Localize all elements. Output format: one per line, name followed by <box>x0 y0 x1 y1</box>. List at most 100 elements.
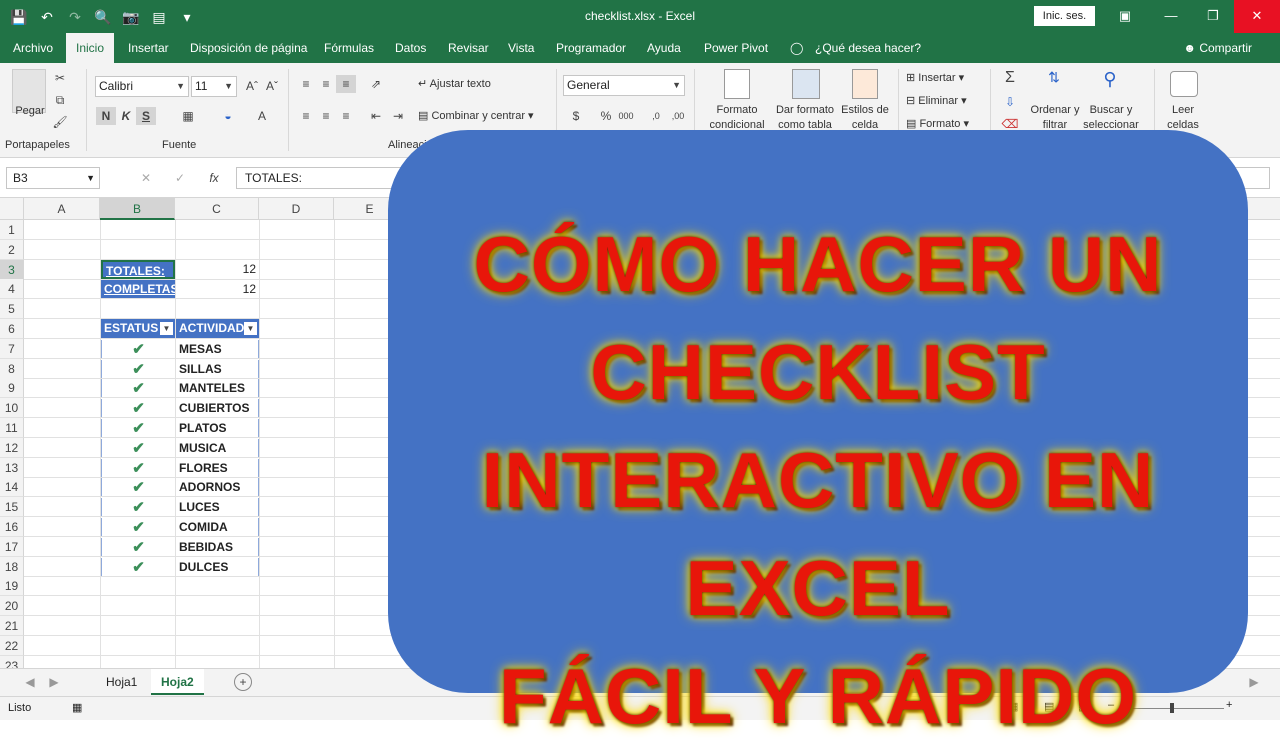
row-header[interactable]: 14 <box>0 477 24 498</box>
check-icon[interactable]: ✔ <box>101 518 175 537</box>
align-left-icon[interactable]: ≡ <box>296 107 316 125</box>
row-header[interactable]: 6 <box>0 319 24 339</box>
row-header[interactable]: 20 <box>0 596 24 617</box>
tab-revisar[interactable]: Revisar <box>448 33 489 63</box>
enter-icon[interactable]: ✓ <box>170 169 190 187</box>
format-as-table-button[interactable]: Dar formato como tabla <box>772 103 838 133</box>
column-header-d[interactable]: D <box>259 198 334 220</box>
activity-cell[interactable]: MESAS <box>176 339 259 359</box>
font-size-select[interactable]: 11 ▼ <box>191 76 237 97</box>
totales-value-cell[interactable]: 12 <box>176 260 259 279</box>
totales-label-cell[interactable]: TOTALES: <box>101 260 175 279</box>
column-header-a[interactable]: A <box>24 198 100 220</box>
decrease-decimal-icon[interactable]: ,00 <box>668 107 688 125</box>
share-button[interactable]: ☻ Compartir <box>1183 33 1252 63</box>
check-icon[interactable]: ✔ <box>101 379 175 399</box>
restore-button[interactable]: ❐ <box>1190 0 1236 33</box>
cell-styles-button[interactable]: Estilos de celda <box>838 103 892 133</box>
row-header[interactable]: 12 <box>0 437 24 458</box>
paste-button[interactable]: Pegar <box>10 105 50 117</box>
activity-cell[interactable]: DULCES <box>176 557 259 577</box>
check-icon[interactable]: ✔ <box>101 419 175 438</box>
filter-dropdown-icon[interactable]: ▼ <box>160 322 173 335</box>
activity-cell[interactable]: MUSICA <box>176 438 259 458</box>
fill-color-icon[interactable]: ◒ <box>218 107 238 125</box>
check-icon[interactable]: ✔ <box>101 498 175 518</box>
grow-font-icon[interactable]: Aˆ <box>242 77 262 95</box>
check-icon[interactable]: ✔ <box>101 458 175 478</box>
underline-button[interactable]: S <box>136 107 156 125</box>
select-all-corner[interactable] <box>0 198 24 220</box>
check-icon[interactable]: ✔ <box>101 339 175 359</box>
activity-cell[interactable]: MANTELES <box>176 379 259 399</box>
activity-cell[interactable]: CUBIERTOS <box>176 399 259 419</box>
row-header[interactable]: 7 <box>0 338 24 359</box>
check-icon[interactable]: ✔ <box>101 478 175 498</box>
borders-icon[interactable]: ▦ <box>178 107 198 125</box>
check-icon[interactable]: ✔ <box>101 359 175 379</box>
sheet-tab-hoja2[interactable]: Hoja2 <box>151 669 204 695</box>
autosum-icon[interactable]: Σ <box>1000 69 1020 87</box>
tab-power-pivot[interactable]: Power Pivot <box>704 33 768 63</box>
row-header[interactable]: 11 <box>0 418 24 438</box>
currency-icon[interactable]: $ <box>566 107 586 125</box>
row-header[interactable]: 8 <box>0 358 24 379</box>
activity-cell[interactable]: ADORNOS <box>176 478 259 498</box>
thousands-icon[interactable]: 000 <box>616 107 636 125</box>
row-header[interactable]: 13 <box>0 457 24 478</box>
tab-ayuda[interactable]: Ayuda <box>647 33 681 63</box>
activity-cell[interactable]: SILLAS <box>176 359 259 379</box>
tab-insertar[interactable]: Insertar <box>128 33 169 63</box>
shrink-font-icon[interactable]: Aˇ <box>262 77 282 95</box>
read-cells-button[interactable]: Leer celdas <box>1160 103 1206 133</box>
scroll-left-icon[interactable]: ◀ <box>20 673 40 691</box>
column-header-b[interactable]: B <box>100 198 175 220</box>
check-icon[interactable]: ✔ <box>101 557 175 577</box>
close-button[interactable]: ✕ <box>1234 0 1280 33</box>
tab-vista[interactable]: Vista <box>508 33 534 63</box>
row-header[interactable]: 2 <box>0 239 24 260</box>
row-header[interactable]: 17 <box>0 536 24 557</box>
ribbon-display-icon[interactable]: ▣ <box>1102 0 1148 33</box>
completas-label-cell[interactable]: COMPLETAS: <box>101 280 175 299</box>
percent-icon[interactable]: % <box>596 107 616 125</box>
sheet-tab-hoja1[interactable]: Hoja1 <box>96 669 147 695</box>
fill-icon[interactable]: ⇩ <box>1000 93 1020 111</box>
delete-cells-button[interactable]: ⊟ Eliminar ▾ <box>906 94 967 107</box>
completas-value-cell[interactable]: 12 <box>176 280 259 299</box>
tell-me-input[interactable]: ¿Qué desea hacer? <box>815 33 921 63</box>
font-name-select[interactable]: Calibri ▼ <box>95 76 189 97</box>
orientation-icon[interactable]: ⇗ <box>366 75 386 93</box>
activity-cell[interactable]: PLATOS <box>176 419 259 438</box>
table-header-actividad[interactable]: ACTIVIDAD ▼ <box>176 319 259 338</box>
number-format-select[interactable]: General ▼ <box>563 75 685 96</box>
row-header[interactable]: 5 <box>0 299 24 320</box>
minimize-button[interactable]: — <box>1148 0 1194 33</box>
cancel-icon[interactable]: ✕ <box>136 169 156 187</box>
activity-cell[interactable]: COMIDA <box>176 518 259 537</box>
row-header[interactable]: 18 <box>0 556 24 577</box>
format-cells-button[interactable]: ▤ Formato ▾ <box>906 117 969 130</box>
check-icon[interactable]: ✔ <box>101 537 175 557</box>
macro-record-icon[interactable]: ▦ <box>72 701 82 714</box>
filter-dropdown-icon[interactable]: ▼ <box>244 322 257 335</box>
conditional-format-button[interactable]: Formato condicional <box>702 103 772 133</box>
tab-disposicion[interactable]: Disposición de página <box>190 33 307 63</box>
tab-formulas[interactable]: Fórmulas <box>324 33 374 63</box>
row-header[interactable]: 15 <box>0 497 24 518</box>
activity-cell[interactable]: BEBIDAS <box>176 537 259 557</box>
wrap-text-button[interactable]: ↵ Ajustar texto <box>418 77 491 90</box>
insert-cells-button[interactable]: ⊞ Insertar ▾ <box>906 71 964 84</box>
align-top-icon[interactable]: ≡ <box>296 75 316 93</box>
column-header-c[interactable]: C <box>175 198 259 220</box>
sort-filter-button[interactable]: Ordenar y filtrar <box>1030 103 1080 133</box>
row-header[interactable]: 22 <box>0 635 24 656</box>
activity-cell[interactable]: LUCES <box>176 498 259 518</box>
name-box[interactable]: B3 ▼ <box>6 167 100 189</box>
copy-icon[interactable]: ⧉ <box>50 91 70 109</box>
scroll-right-icon[interactable]: ▶ <box>44 673 64 691</box>
italic-button[interactable]: K <box>116 107 136 125</box>
check-icon[interactable]: ✔ <box>101 399 175 419</box>
align-bottom-icon[interactable]: ≡ <box>336 75 356 93</box>
increase-indent-icon[interactable]: ⇥ <box>388 107 408 125</box>
